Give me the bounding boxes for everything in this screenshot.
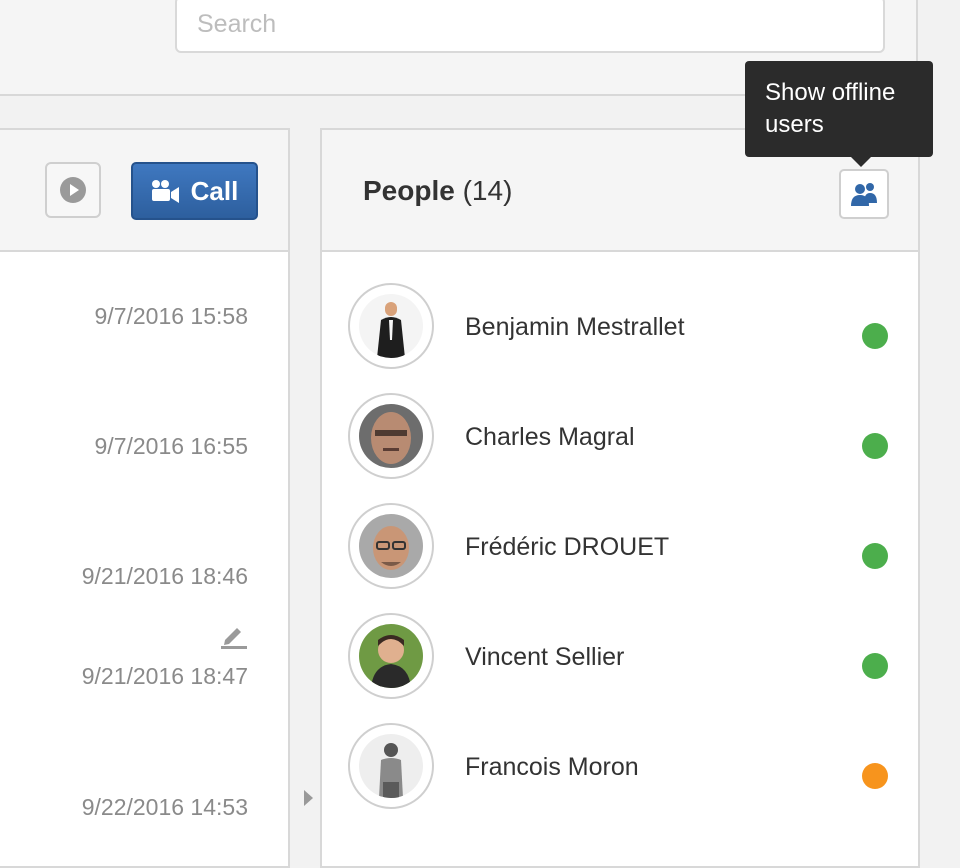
avatar-image xyxy=(359,624,423,688)
users-icon xyxy=(851,183,877,206)
status-online xyxy=(862,433,888,459)
show-offline-users-button[interactable] xyxy=(839,169,889,219)
message-timestamp: 9/21/2016 18:47 xyxy=(81,663,248,689)
avatar-image xyxy=(359,294,423,358)
tooltip-arrow xyxy=(851,157,871,167)
people-panel: People (14) Benjamin Mestrallet Charles … xyxy=(320,128,920,868)
chat-panel: Call xyxy=(0,128,290,868)
message-timestamp: 9/21/2016 18:46 xyxy=(81,563,248,589)
person-name: Charles Magral xyxy=(465,423,635,451)
people-title: People (14) xyxy=(363,175,512,207)
person-row[interactable]: Benjamin Mestrallet xyxy=(322,283,918,393)
avatar xyxy=(348,283,434,369)
person-row[interactable]: Vincent Sellier xyxy=(322,613,918,723)
person-name: Frédéric DROUET xyxy=(465,533,670,561)
person-name: Benjamin Mestrallet xyxy=(465,313,685,341)
avatar-image xyxy=(359,514,423,578)
person-name: Francois Moron xyxy=(465,753,639,781)
status-online xyxy=(862,653,888,679)
people-title-label: People xyxy=(363,175,455,206)
message-timestamp: 9/7/2016 15:58 xyxy=(94,303,248,329)
play-icon xyxy=(60,177,86,203)
avatar xyxy=(348,613,434,699)
avatar xyxy=(348,723,434,809)
chat-header: Call xyxy=(0,130,288,252)
person-row[interactable]: Charles Magral xyxy=(322,393,918,503)
person-row[interactable]: Francois Moron xyxy=(322,723,918,833)
person-row[interactable]: Frédéric DROUET xyxy=(322,503,918,613)
avatar-image xyxy=(359,734,423,798)
tooltip-show-offline-users: Show offline users xyxy=(745,61,933,157)
status-away xyxy=(862,763,888,789)
pencil-icon[interactable] xyxy=(219,620,249,650)
status-online xyxy=(862,323,888,349)
avatar xyxy=(348,393,434,479)
play-button[interactable] xyxy=(45,162,101,218)
avatar xyxy=(348,503,434,589)
people-count: (14) xyxy=(462,175,513,206)
search-input[interactable] xyxy=(175,0,885,53)
call-label: Call xyxy=(190,175,239,206)
call-button[interactable]: Call xyxy=(131,162,258,220)
person-name: Vincent Sellier xyxy=(465,643,625,671)
message-timestamp: 9/22/2016 14:53 xyxy=(81,794,248,820)
message-timestamp: 9/7/2016 16:55 xyxy=(94,433,248,459)
video-camera-icon xyxy=(151,180,179,203)
status-online xyxy=(862,543,888,569)
caret-right-icon[interactable] xyxy=(304,790,313,806)
avatar-image xyxy=(359,404,423,468)
